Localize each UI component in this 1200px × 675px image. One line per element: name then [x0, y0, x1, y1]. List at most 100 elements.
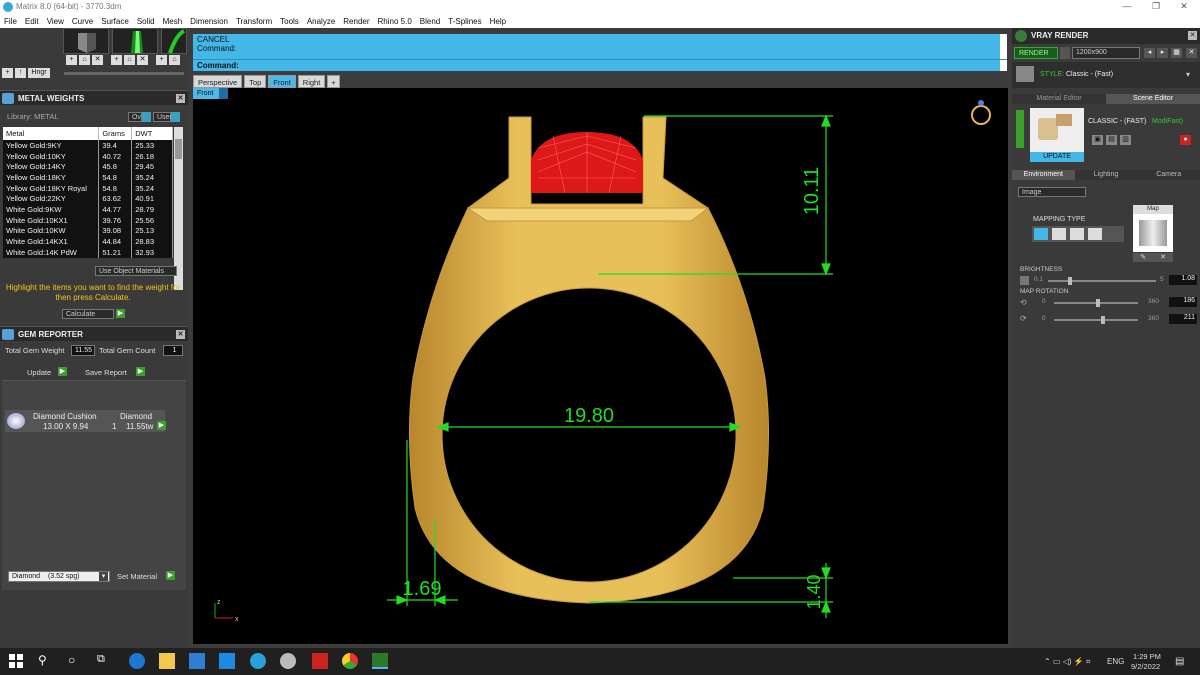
table-row[interactable]: Yellow Gold:9KY 39.4 25.33 — [3, 140, 173, 151]
use-object-materials-toggle[interactable]: Use Object Materials — [95, 266, 177, 276]
tab-scene-editor[interactable]: Scene Editor — [1106, 94, 1200, 104]
menu-rhino[interactable]: Rhino 5.0 — [378, 17, 412, 26]
tool-thumb-1[interactable] — [63, 28, 109, 54]
tab-front[interactable]: Front — [268, 75, 296, 88]
close-icon[interactable]: ✕ — [176, 330, 185, 339]
update-button[interactable]: Update — [27, 368, 51, 377]
calculate-button[interactable]: ▶ — [116, 309, 125, 318]
tray-icons[interactable]: ⌃ ▭ ◁) ⚡ ⌗ — [1044, 657, 1090, 667]
update-go-icon[interactable]: ▶ — [58, 367, 67, 376]
store-icon[interactable] — [189, 653, 205, 669]
edit-icon-3[interactable]: ⌂ — [169, 55, 180, 65]
menu-mesh[interactable]: Mesh — [163, 17, 183, 26]
set-material-go-icon[interactable]: ▶ — [166, 571, 175, 580]
delete-icon-2[interactable]: ✕ — [137, 55, 148, 65]
app-icon-red[interactable] — [312, 653, 328, 669]
cortana-icon[interactable]: ○ — [68, 653, 84, 669]
brightness-slider-thumb[interactable] — [1068, 277, 1072, 285]
up-arrow-icon[interactable]: ↑ — [15, 68, 26, 78]
menu-solid[interactable]: Solid — [137, 17, 155, 26]
mail-icon[interactable] — [219, 653, 235, 669]
table-row[interactable]: White Gold:14K PdW 51.21 32.93 — [3, 246, 173, 258]
rot1-slider-thumb[interactable] — [1096, 299, 1100, 307]
menu-edit[interactable]: Edit — [25, 17, 39, 26]
table-row[interactable]: White Gold:10KX1 39.76 25.56 — [3, 214, 173, 226]
chevron-down-icon[interactable]: ▾ — [1186, 70, 1190, 79]
add-tab-icon[interactable]: + — [327, 75, 340, 88]
user-toggle-icon[interactable] — [171, 112, 180, 122]
close-icon[interactable]: ✕ — [1188, 31, 1197, 40]
scene-load-icon[interactable]: ▤ — [1106, 135, 1117, 145]
menu-analyze[interactable]: Analyze — [307, 17, 335, 26]
mapping-sphere-icon[interactable] — [1070, 228, 1084, 240]
command-prompt-scroll[interactable] — [1000, 60, 1007, 71]
render-button[interactable]: RENDER — [1014, 47, 1058, 59]
calculate-field[interactable]: Calculate — [62, 309, 114, 319]
front-viewport[interactable]: Front 10.11 19.80 1.69 1.40 z x — [193, 88, 1008, 644]
next-icon[interactable]: ▸ — [1157, 48, 1168, 58]
scene-copy-icon[interactable]: ▥ — [1120, 135, 1131, 145]
menu-help[interactable]: Help — [490, 17, 506, 26]
command-prompt[interactable]: Command: — [193, 59, 1007, 71]
menu-tools[interactable]: Tools — [280, 17, 299, 26]
col-metal[interactable]: Metal — [3, 127, 100, 140]
material-select[interactable]: Diamond (3.52 spg) ▾ — [8, 571, 110, 582]
table-row[interactable]: Yellow Gold:10KY 40.72 26.18 — [3, 150, 173, 162]
table-row[interactable]: Yellow Gold:22KY 63.62 40.91 — [3, 193, 173, 205]
delete-icon[interactable]: ✕ — [92, 55, 103, 65]
notification-icon[interactable]: ▤ — [1175, 656, 1184, 667]
windows-start-icon[interactable] — [8, 653, 24, 669]
col-dwt[interactable]: DWT — [131, 127, 173, 140]
table-row[interactable]: White Gold:14KX1 44.84 28.83 — [3, 236, 173, 247]
scene-side-toggle[interactable] — [1016, 110, 1024, 148]
edge-icon[interactable] — [129, 653, 145, 669]
update-scene-button[interactable]: UPDATE — [1030, 152, 1084, 162]
ov-toggle-icon[interactable] — [142, 112, 151, 122]
chrome-icon[interactable] — [342, 653, 358, 669]
tab-material-editor[interactable]: Material Editor — [1012, 94, 1106, 104]
map-remove-icon[interactable]: ✕ — [1160, 253, 1166, 262]
menu-transform[interactable]: Transform — [236, 17, 272, 26]
environment-select[interactable]: Image — [1018, 187, 1086, 197]
menu-render[interactable]: Render — [343, 17, 369, 26]
clock-date[interactable]: 9/2/2022 — [1131, 662, 1160, 671]
settings-icon[interactable]: ✕ — [1186, 48, 1197, 58]
rot2-slider[interactable] — [1054, 319, 1138, 321]
table-row[interactable]: White Gold:9KW 44.77 28.79 — [3, 204, 173, 215]
tab-lighting[interactable]: Lighting — [1074, 170, 1138, 180]
tool-thumb-3[interactable] — [161, 28, 187, 54]
scene-delete-icon[interactable]: ● — [1180, 135, 1191, 145]
save-report-button[interactable]: Save Report — [85, 368, 127, 377]
save-report-go-icon[interactable]: ▶ — [136, 367, 145, 376]
rot2-slider-thumb[interactable] — [1101, 316, 1105, 324]
maximize-button[interactable]: ❐ — [1144, 1, 1168, 12]
close-button[interactable]: ✕ — [1172, 1, 1196, 12]
add-icon-3[interactable]: + — [156, 55, 167, 65]
resolution-field[interactable]: 1200x900 — [1072, 47, 1140, 59]
menu-dimension[interactable]: Dimension — [190, 17, 228, 26]
table-row[interactable]: Yellow Gold:14KY 45.8 29.45 — [3, 161, 173, 173]
menu-blend[interactable]: Blend — [420, 17, 440, 26]
hinge-button[interactable]: Hngr — [28, 68, 50, 78]
add-icon-2[interactable]: + — [111, 55, 122, 65]
tool-thumb-2[interactable] — [112, 28, 158, 54]
file-explorer-icon[interactable] — [159, 653, 175, 669]
toolbar-slider[interactable] — [64, 72, 184, 75]
edit-icon[interactable]: ⌂ — [79, 55, 90, 65]
tab-top[interactable]: Top — [244, 75, 267, 88]
matrix-app-icon[interactable] — [372, 653, 388, 669]
tab-camera[interactable]: Camera — [1137, 170, 1200, 180]
user-button[interactable]: User — [153, 112, 172, 122]
menu-tsplines[interactable]: T-Splines — [448, 17, 481, 26]
table-row[interactable]: Yellow Gold:18KY 54.8 35.24 — [3, 172, 173, 183]
tab-perspective[interactable]: Perspective — [193, 75, 243, 88]
clock-time[interactable]: 1:29 PM — [1133, 652, 1161, 661]
tab-environment[interactable]: Environment — [1012, 170, 1075, 180]
brightness-slider[interactable] — [1048, 280, 1156, 282]
map-edit-icon[interactable]: ✎ — [1140, 253, 1146, 262]
add-icon[interactable]: + — [66, 55, 77, 65]
app-icon-grey[interactable] — [280, 653, 296, 669]
mapping-planar-icon[interactable] — [1034, 228, 1048, 240]
minimize-button[interactable]: — — [1115, 1, 1139, 11]
rot2-value[interactable]: 211 — [1169, 314, 1197, 324]
